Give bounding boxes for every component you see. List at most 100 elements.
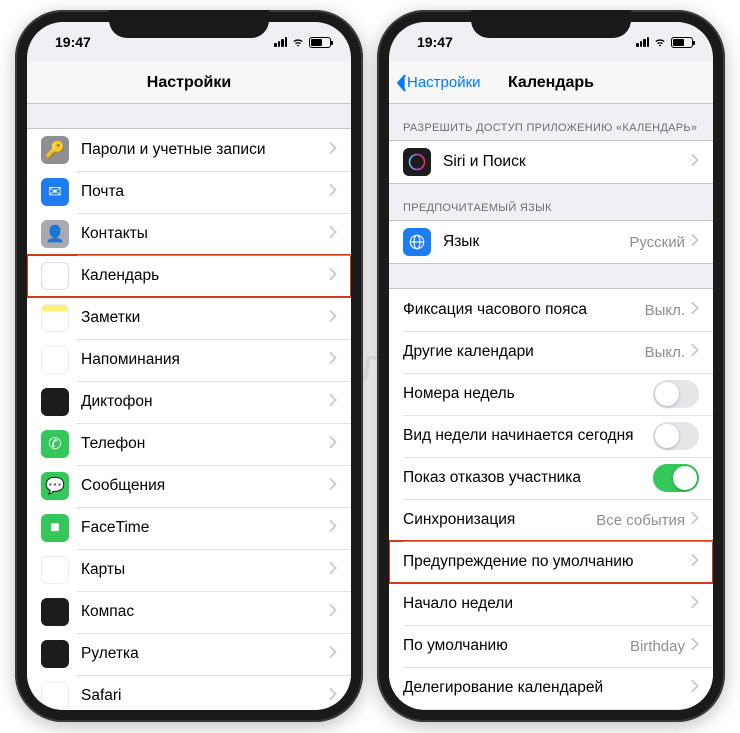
row-measure[interactable]: Рулетка [27, 633, 351, 675]
toggle-declined[interactable] [653, 464, 699, 492]
row-label: Диктофон [81, 393, 329, 411]
row-label: Заметки [81, 309, 329, 327]
row-value: Выкл. [645, 302, 685, 319]
chevron-right-icon [691, 233, 699, 251]
row-declined[interactable]: Показ отказов участника [389, 457, 713, 499]
row-label: Другие календари [403, 343, 645, 361]
row-notes[interactable]: Заметки [27, 297, 351, 339]
messages-icon: 💬 [41, 472, 69, 500]
chevron-left-icon [395, 74, 407, 92]
row-facetime[interactable]: ■FaceTime [27, 507, 351, 549]
row-value: Все события [596, 512, 685, 529]
chevron-right-icon [691, 343, 699, 361]
chevron-right-icon [329, 477, 337, 495]
settings-list[interactable]: 🔑Пароли и учетные записи ✉ Почта 👤 Контакты К… [27, 104, 351, 710]
screen-right: 19:47 Настройки Календарь РАЗРЕШИТЬ ДОСТ… [389, 22, 713, 710]
calendar-settings-list[interactable]: РАЗРЕШИТЬ ДОСТУП ПРИЛОЖЕНИЮ «КАЛЕНДАРЬ» … [389, 104, 713, 710]
row-label: Контакты [81, 225, 329, 243]
row-label: FaceTime [81, 519, 329, 537]
row-passwords[interactable]: 🔑Пароли и учетные записи [27, 129, 351, 171]
chevron-right-icon [691, 553, 699, 571]
row-label: Синхронизация [403, 511, 596, 529]
notch [471, 10, 631, 38]
section-header-allow: РАЗРЕШИТЬ ДОСТУП ПРИЛОЖЕНИЮ «КАЛЕНДАРЬ» [389, 104, 713, 140]
chevron-right-icon [329, 225, 337, 243]
screen-left: 19:47 Настройки 🔑Пароли и учетные записи… [27, 22, 351, 710]
row-messages[interactable]: 💬 Сообщения [27, 465, 351, 507]
row-tz[interactable]: Фиксация часового поясаВыкл. [389, 289, 713, 331]
voice-memos-icon [41, 388, 69, 416]
chevron-right-icon [329, 603, 337, 621]
status-time: 19:47 [417, 34, 453, 50]
row-label: Компас [81, 603, 329, 621]
nav-bar: Настройки [27, 62, 351, 104]
chevron-right-icon [329, 519, 337, 537]
row-label: Календарь [81, 267, 329, 285]
row-default[interactable]: По умолчаниюBirthday [389, 625, 713, 667]
row-phone[interactable]: ✆Телефон [27, 423, 351, 465]
toggle-weeknum[interactable] [653, 380, 699, 408]
chevron-right-icon [329, 393, 337, 411]
row-label: Предупреждение по умолчанию [403, 553, 691, 571]
row-contacts[interactable]: 👤 Контакты [27, 213, 351, 255]
measure-icon [41, 640, 69, 668]
row-safari[interactable]: Safari [27, 675, 351, 710]
row-mail[interactable]: ✉ Почта [27, 171, 351, 213]
chevron-right-icon [691, 679, 699, 697]
signal-icon [636, 37, 649, 47]
row-reminders[interactable]: Напоминания [27, 339, 351, 381]
status-time: 19:47 [55, 34, 91, 50]
back-button[interactable]: Настройки [389, 74, 481, 92]
key-icon: 🔑 [41, 136, 69, 164]
maps-icon [41, 556, 69, 584]
status-icons [636, 35, 693, 49]
row-compass[interactable]: Компас [27, 591, 351, 633]
chevron-right-icon [329, 183, 337, 201]
battery-icon [309, 37, 331, 48]
toggle-weekstart[interactable] [653, 422, 699, 450]
siri-icon [403, 148, 431, 176]
row-defalert[interactable]: Предупреждение по умолчанию [389, 541, 713, 583]
chevron-right-icon [329, 645, 337, 663]
chevron-right-icon [329, 309, 337, 327]
notes-icon [41, 304, 69, 332]
battery-icon [671, 37, 693, 48]
mail-icon: ✉ [41, 178, 69, 206]
chevron-right-icon [329, 687, 337, 705]
row-weekstart[interactable]: Вид недели начинается сегодня [389, 415, 713, 457]
row-weeknum[interactable]: Номера недель [389, 373, 713, 415]
wifi-icon [653, 35, 667, 49]
chevron-right-icon [329, 267, 337, 285]
phone-icon: ✆ [41, 430, 69, 458]
row-value: Русский [629, 234, 685, 251]
row-label: По умолчанию [403, 637, 630, 655]
row-label: Номера недель [403, 385, 653, 403]
row-startweek[interactable]: Начало недели [389, 583, 713, 625]
row-voice[interactable]: Диктофон [27, 381, 351, 423]
phone-frame-right: 19:47 Настройки Календарь РАЗРЕШИТЬ ДОСТ… [377, 10, 725, 722]
row-label: Siri и Поиск [443, 153, 691, 171]
row-suggest[interactable]: Предложения мест [389, 709, 713, 710]
row-delegate[interactable]: Делегирование календарей [389, 667, 713, 709]
page-title: Настройки [27, 74, 351, 92]
contacts-icon: 👤 [41, 220, 69, 248]
row-maps[interactable]: Карты [27, 549, 351, 591]
row-siri[interactable]: Siri и Поиск [389, 141, 713, 183]
row-label: Рулетка [81, 645, 329, 663]
wifi-icon [291, 35, 305, 49]
row-value: Выкл. [645, 344, 685, 361]
chevron-right-icon [691, 153, 699, 171]
status-icons [274, 35, 331, 49]
chevron-right-icon [329, 561, 337, 579]
row-label: Сообщения [81, 477, 329, 495]
row-label: Почта [81, 183, 329, 201]
chevron-right-icon [691, 637, 699, 655]
row-language[interactable]: Язык Русский [389, 221, 713, 263]
row-other[interactable]: Другие календариВыкл. [389, 331, 713, 373]
reminders-icon [41, 346, 69, 374]
row-calendar[interactable]: Календарь [27, 255, 351, 297]
row-label: Фиксация часового пояса [403, 301, 645, 319]
row-label: Начало недели [403, 595, 691, 613]
row-sync[interactable]: СинхронизацияВсе события [389, 499, 713, 541]
row-label: Напоминания [81, 351, 329, 369]
